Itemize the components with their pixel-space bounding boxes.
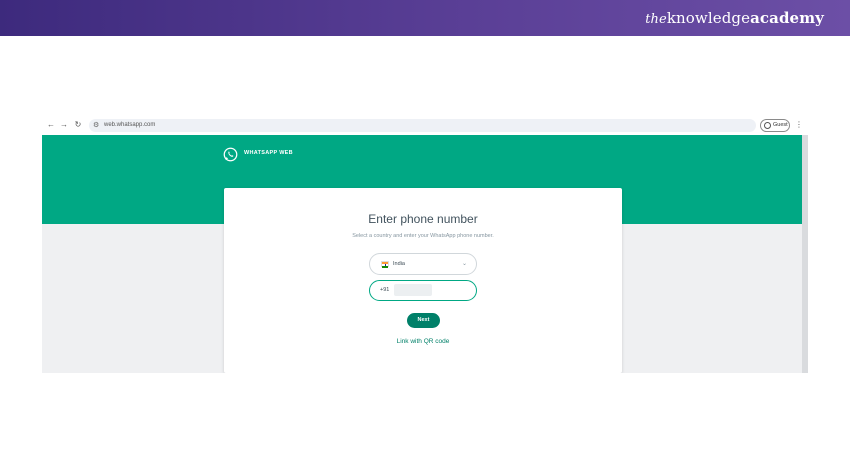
forward-arrow-icon[interactable]: → [58,119,70,131]
link-with-qr-code-link[interactable]: Link with QR code [224,338,622,345]
whatsapp-page: WHATSAPP WEB Enter phone number Select a… [42,135,808,373]
phone-login-card: Enter phone number Select a country and … [224,188,622,373]
profile-icon [764,122,771,129]
country-selected-label: India [393,261,405,267]
country-select[interactable]: India ⌄ [369,253,477,275]
page-scrollbar[interactable] [802,135,808,373]
whatsapp-logo-icon [223,147,238,162]
card-subtitle: Select a country and enter your WhatsApp… [352,233,494,239]
brand-prefix: the [645,12,667,27]
phone-number-field[interactable]: +91 [369,280,477,301]
back-arrow-icon[interactable]: ← [45,119,57,131]
reload-icon[interactable]: ↻ [72,119,84,131]
india-flag-icon [381,261,389,268]
guest-profile-button[interactable]: Guest [760,119,790,132]
dial-code: +91 [380,287,390,293]
url-text[interactable]: web.whatsapp.com [104,119,155,132]
next-button[interactable]: Next [407,313,440,328]
browser-toolbar: ← → ↻ ⚙ web.whatsapp.com Guest ⋮ [42,117,808,135]
brand-name-part2: academy [750,9,824,27]
browser-window: ← → ↻ ⚙ web.whatsapp.com Guest ⋮ WHATSAP… [42,117,808,373]
site-info-icon[interactable]: ⚙ [93,120,99,131]
brand-banner: theknowledgeacademy [0,0,850,36]
brand-name-part1: knowledge [666,9,751,27]
knowledge-academy-logo: theknowledgeacademy [645,9,824,27]
address-bar[interactable]: ⚙ web.whatsapp.com [89,119,756,132]
kebab-menu-icon[interactable]: ⋮ [794,119,804,131]
guest-label: Guest [773,122,788,128]
phone-number-input[interactable] [394,284,432,296]
whatsapp-web-title: WHATSAPP WEB [244,150,293,156]
card-title: Enter phone number [368,212,478,226]
chevron-down-icon: ⌄ [462,261,468,267]
